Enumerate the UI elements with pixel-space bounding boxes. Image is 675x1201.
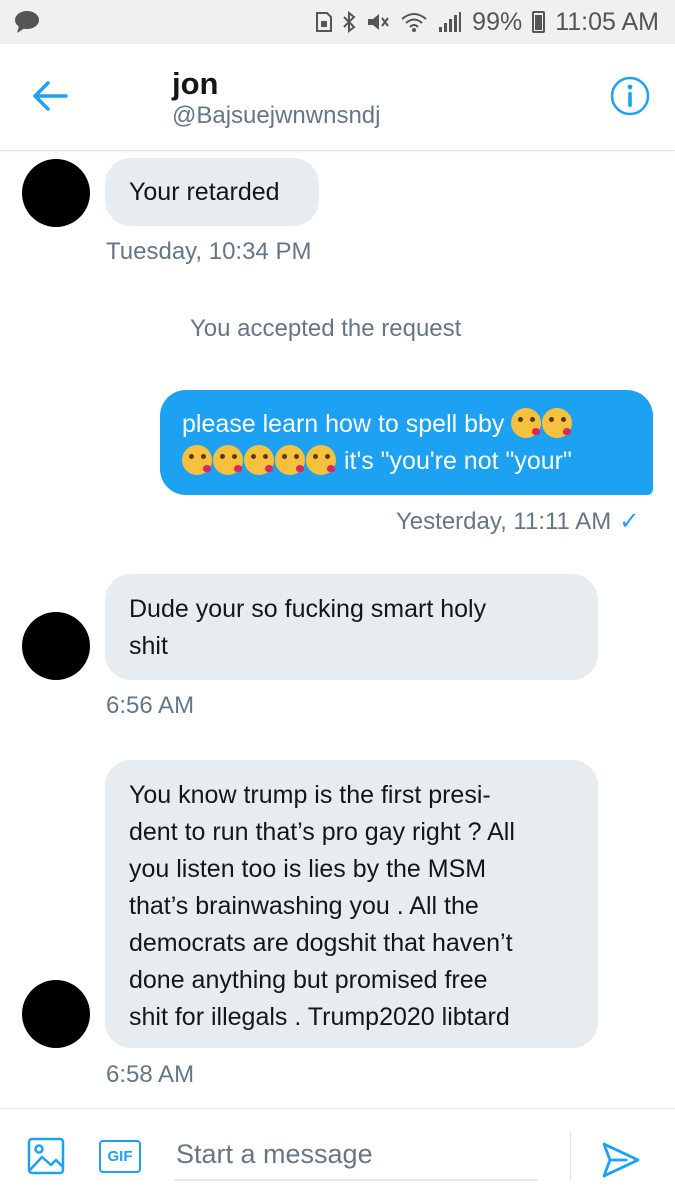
message-timestamp: Tuesday, 10:34 PM (106, 238, 312, 265)
message-line: done anything but promised free (129, 966, 488, 994)
battery-percent: 99% (472, 7, 523, 36)
composer-divider (570, 1131, 571, 1181)
message-line: shit for illegals . Trump2020 libtard (129, 1003, 510, 1031)
status-icons: 99% 11:05 AM (316, 7, 659, 37)
message-bubble-incoming[interactable]: Your retarded (105, 158, 319, 226)
conversation-header: jon @Bajsuejwnwnsndj (0, 44, 675, 151)
message-timestamp: 6:56 AM (106, 692, 195, 719)
message-timestamp: Yesterday, 11:11 AM (396, 508, 612, 535)
face-blowing-kiss-emoji (511, 408, 542, 438)
send-icon[interactable] (600, 1139, 642, 1181)
request-accepted-notice: You accepted the request (190, 315, 462, 342)
message-line: it's "you're not "your" (182, 443, 631, 480)
message-composer: GIF (0, 1108, 675, 1201)
read-check-icon: ✓ (619, 508, 640, 535)
avatar[interactable] (22, 612, 90, 680)
message-line: democrats are dogshit that haven’t (129, 929, 513, 957)
message-line: shit (129, 632, 168, 660)
message-line: please learn how to spell bby (182, 406, 631, 443)
signal-icon (438, 11, 462, 33)
face-blowing-kiss-emoji (275, 445, 305, 475)
face-blowing-kiss-emoji (306, 445, 336, 475)
chat-bubble-icon (14, 10, 40, 39)
message-bubble-incoming[interactable]: You know trump is the first presi- dent … (105, 760, 598, 1048)
wifi-icon (400, 11, 428, 33)
back-arrow-icon[interactable] (30, 78, 70, 114)
contact-name[interactable]: jon (172, 66, 219, 102)
avatar[interactable] (22, 159, 90, 227)
image-icon[interactable] (27, 1137, 65, 1175)
message-line: that’s brainwashing you . All the (129, 892, 479, 920)
message-bubble-incoming[interactable]: Dude your so fucking smart holy shit (105, 574, 598, 680)
battery-icon (532, 11, 546, 33)
info-icon[interactable] (610, 76, 650, 116)
message-bubble-outgoing[interactable]: please learn how to spell bby it's "you'… (160, 390, 653, 495)
message-timestamp: 6:58 AM (106, 1061, 195, 1088)
face-blowing-kiss-emoji (213, 445, 243, 475)
message-text: Your retarded (129, 177, 280, 206)
message-input[interactable] (174, 1129, 538, 1181)
message-text: it's "you're not "your" (337, 447, 572, 475)
message-line: Dude your so fucking smart holy (129, 595, 487, 623)
message-line: dent to run that’s pro gay right ? All (129, 818, 515, 846)
face-blowing-kiss-emoji (542, 408, 573, 438)
status-time: 11:05 AM (555, 7, 659, 36)
gif-button[interactable]: GIF (99, 1140, 141, 1173)
contact-handle[interactable]: @Bajsuejwnwnsndj (172, 102, 380, 130)
avatar[interactable] (22, 980, 90, 1048)
message-line: you listen too is lies by the MSM (129, 855, 487, 883)
status-bar: 99% 11:05 AM (0, 0, 675, 44)
bluetooth-icon (342, 11, 356, 33)
message-line: You know trump is the first presi- (129, 781, 491, 809)
mute-icon (366, 11, 390, 33)
sim-icon (316, 12, 333, 32)
face-blowing-kiss-emoji (182, 445, 212, 475)
message-text: please learn how to spell bby (182, 410, 505, 438)
message-timestamp-row: Yesterday, 11:11 AM ✓ (396, 507, 639, 536)
face-blowing-kiss-emoji (244, 445, 274, 475)
